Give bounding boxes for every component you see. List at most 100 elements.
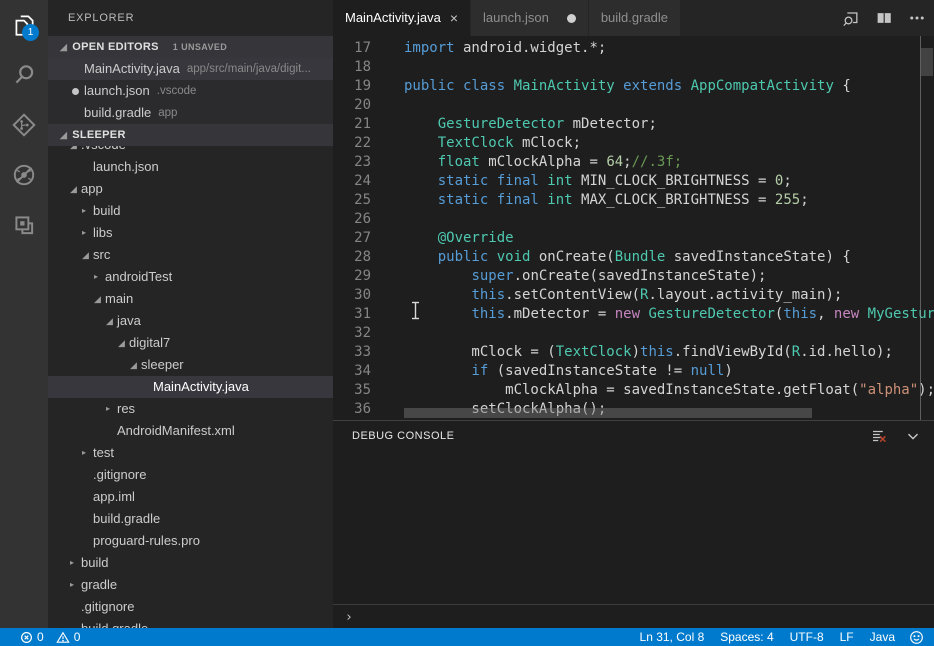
horizontal-scrollbar[interactable] — [404, 408, 812, 418]
code-line — [404, 58, 934, 77]
open-editor-item[interactable]: build.gradle app — [48, 102, 333, 124]
tree-item-proguard-rules.pro[interactable]: proguard-rules.pro — [48, 530, 333, 552]
code-line: this.setContentView(R.layout.activity_ma… — [404, 286, 934, 305]
code-line — [404, 210, 934, 229]
tree-item-label: test — [93, 442, 114, 464]
code-line — [404, 324, 934, 343]
tree-item-label: app — [81, 178, 103, 200]
tree-item-label: build — [93, 200, 120, 222]
open-editor-name: launch.json — [84, 80, 150, 102]
line-number: 32 — [333, 324, 371, 343]
code-line — [404, 96, 934, 115]
explorer-activity-button[interactable]: 1 — [0, 0, 48, 50]
vertical-scrollbar[interactable] — [921, 48, 933, 76]
tree-item-sleeper[interactable]: ◢sleeper — [48, 354, 333, 376]
chevron-down-icon[interactable] — [904, 427, 922, 445]
open-editor-item[interactable]: MainActivity.java app/src/main/java/digi… — [48, 58, 333, 80]
tree-item-gradle[interactable]: ▸gradle — [48, 574, 333, 596]
close-icon[interactable]: × — [450, 11, 458, 25]
tree-item-java[interactable]: ◢java — [48, 310, 333, 332]
more-actions-icon[interactable] — [908, 9, 926, 27]
tree-item-src[interactable]: ◢src — [48, 244, 333, 266]
tree-item-.gitignore[interactable]: .gitignore — [48, 596, 333, 618]
clear-console-icon[interactable] — [870, 427, 888, 445]
extensions-activity-button[interactable] — [0, 200, 48, 250]
cursor-position-status[interactable]: Ln 31, Col 8 — [632, 630, 713, 644]
code-line: public void onCreate(Bundle savedInstanc… — [404, 248, 934, 267]
tree-item-res[interactable]: ▸res — [48, 398, 333, 420]
line-number: 19 — [333, 77, 371, 96]
chevron-collapsed-icon: ▸ — [70, 552, 81, 574]
project-section-header[interactable]: ◢ SLEEPER — [48, 124, 333, 146]
tree-item-app[interactable]: ◢app — [48, 178, 333, 200]
indentation-status[interactable]: Spaces: 4 — [712, 630, 781, 644]
problems-status[interactable]: 0 0 — [20, 630, 80, 644]
chevron-collapsed-icon: ▸ — [82, 442, 93, 464]
open-editor-item[interactable]: launch.json .vscode — [48, 80, 333, 102]
feedback-smiley-icon[interactable] — [909, 630, 924, 645]
chevron-expanded-icon: ◢ — [82, 244, 93, 266]
open-editor-name: build.gradle — [84, 102, 151, 124]
debug-console-input[interactable]: › — [333, 604, 934, 629]
open-editor-name: MainActivity.java — [84, 58, 180, 80]
line-number: 33 — [333, 343, 371, 362]
tree-item-libs[interactable]: ▸libs — [48, 222, 333, 244]
text-cursor-pointer — [410, 301, 421, 320]
tab-launch-json[interactable]: launch.json — [471, 0, 588, 36]
chevron-expanded-icon: ◢ — [70, 178, 81, 200]
search-activity-button[interactable] — [0, 50, 48, 100]
error-icon — [20, 631, 33, 644]
tab-mainactivity[interactable]: MainActivity.java × — [333, 0, 470, 36]
line-number: 21 — [333, 115, 371, 134]
sidebar-explorer: EXPLORER ◢ OPEN EDITORS 1 UNSAVED MainAc… — [48, 0, 333, 628]
panel-title: DEBUG CONSOLE — [352, 430, 454, 442]
code-editor[interactable]: 1718192021222324252627282930313233343536… — [333, 36, 934, 420]
line-number: 25 — [333, 191, 371, 210]
tree-item-launch.json[interactable]: launch.json — [48, 156, 333, 178]
code-line: TextClock mClock; — [404, 134, 934, 153]
tree-item-.gitignore[interactable]: .gitignore — [48, 464, 333, 486]
code-line: mClockAlpha = savedInstanceState.getFloa… — [404, 381, 934, 400]
tree-item-build[interactable]: ▸build — [48, 552, 333, 574]
tree-item-MainActivity.java[interactable]: MainActivity.java — [48, 376, 333, 398]
tree-item-label: app.iml — [93, 486, 135, 508]
tree-item-AndroidManifest.xml[interactable]: AndroidManifest.xml — [48, 420, 333, 442]
line-number: 26 — [333, 210, 371, 229]
tab-build-gradle[interactable]: build.gradle — [589, 0, 680, 36]
encoding-status[interactable]: UTF-8 — [782, 630, 832, 644]
tree-item-build.gradle[interactable]: build.gradle — [48, 618, 333, 628]
tree-item-label: main — [105, 288, 133, 310]
language-status[interactable]: Java — [862, 630, 903, 644]
tree-item-digital7[interactable]: ◢digital7 — [48, 332, 333, 354]
debug-disabled-icon — [11, 162, 37, 188]
tree-item-build.gradle[interactable]: build.gradle — [48, 508, 333, 530]
code-line: static final int MIN_CLOCK_BRIGHTNESS = … — [404, 172, 934, 191]
explorer-badge: 1 — [22, 24, 39, 41]
tree-item-label: proguard-rules.pro — [93, 530, 200, 552]
tree-item-build[interactable]: ▸build — [48, 200, 333, 222]
tree-item-label: .gitignore — [93, 464, 146, 486]
line-number: 35 — [333, 381, 371, 400]
overview-ruler — [920, 36, 921, 420]
extensions-icon — [11, 212, 37, 238]
tree-item-label: digital7 — [129, 332, 170, 354]
tree-item-androidTest[interactable]: ▸androidTest — [48, 266, 333, 288]
tree-item-app.iml[interactable]: app.iml — [48, 486, 333, 508]
chevron-expanded-icon: ◢ — [94, 288, 105, 310]
source-control-activity-button[interactable] — [0, 100, 48, 150]
unsaved-count-badge: 1 UNSAVED — [173, 36, 227, 58]
search-doc-icon[interactable] — [841, 9, 860, 28]
open-editors-header[interactable]: ◢ OPEN EDITORS 1 UNSAVED — [48, 36, 333, 58]
eol-status[interactable]: LF — [832, 630, 862, 644]
tree-item-test[interactable]: ▸test — [48, 442, 333, 464]
split-editor-icon[interactable] — [875, 9, 893, 27]
warning-icon — [56, 631, 70, 644]
sidebar-title: EXPLORER — [48, 0, 333, 36]
chevron-expanded-icon: ◢ — [130, 354, 141, 376]
debug-activity-button[interactable] — [0, 150, 48, 200]
chevron-collapsed-icon: ▸ — [94, 266, 105, 288]
panel-header: DEBUG CONSOLE — [333, 421, 934, 451]
line-number: 24 — [333, 172, 371, 191]
gutter: 1718192021222324252627282930313233343536 — [333, 39, 404, 419]
tree-item-main[interactable]: ◢main — [48, 288, 333, 310]
